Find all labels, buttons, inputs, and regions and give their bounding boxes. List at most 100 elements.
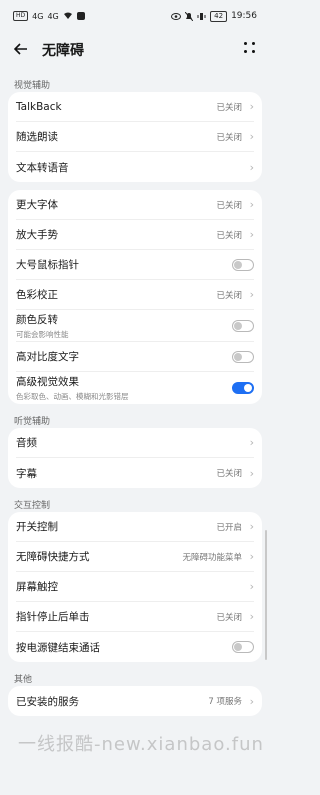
chevron-right-icon: › <box>249 130 254 143</box>
settings-row[interactable]: 随选朗读 已关闭 › <box>16 122 254 152</box>
row-label: 开关控制 <box>16 521 58 533</box>
row-label: 无障碍快捷方式 <box>16 551 90 563</box>
status-left: HD 4G 4G <box>13 11 85 21</box>
scrollbar[interactable] <box>265 530 267 660</box>
settings-row[interactable]: TalkBack 已关闭 › <box>16 92 254 122</box>
watermark: 一线报酷-new.xianbao.fun <box>18 734 264 755</box>
row-label: 放大手势 <box>16 229 58 241</box>
row-label: 音频 <box>16 437 37 449</box>
back-arrow-icon[interactable] <box>13 40 40 61</box>
eye-icon <box>171 12 182 20</box>
toggle-switch[interactable] <box>232 258 254 271</box>
row-value: 已关闭 <box>216 230 242 241</box>
row-text: 音频 <box>16 435 246 450</box>
row-label: 色彩校正 <box>16 289 58 301</box>
row-text: 字幕 <box>16 466 216 481</box>
row-value: 已开启 <box>216 522 242 533</box>
row-text: 放大手势 <box>16 227 216 242</box>
row-value: 无障碍功能菜单 <box>182 552 242 563</box>
row-text: 高级视觉效果色彩取色、动画、模糊和光影错层 <box>16 374 232 402</box>
more-options-icon[interactable] <box>244 42 256 54</box>
settings-row[interactable]: 音频 › <box>16 428 254 458</box>
row-text: 已安装的服务 <box>16 694 208 709</box>
row-text: 无障碍快捷方式 <box>16 549 182 564</box>
settings-row[interactable]: 按电源键结束通话 <box>16 632 254 662</box>
row-label: 字幕 <box>16 467 37 480</box>
section-vision-title: 视觉辅助 <box>14 81 51 91</box>
settings-row[interactable]: 高对比度文字 <box>16 342 254 372</box>
chevron-right-icon: › <box>249 610 254 623</box>
row-value: 已关闭 <box>216 290 242 301</box>
settings-row[interactable]: 更大字体 已关闭 › <box>16 190 254 220</box>
vision-card-primary: TalkBack 已关闭 › 随选朗读 已关闭 › 文本转语音 › <box>8 92 262 182</box>
row-label: 文本转语音 <box>16 161 69 174</box>
status-bar: HD 4G 4G 42 19:56 <box>0 0 270 32</box>
row-text: 开关控制 <box>16 519 216 534</box>
settings-row[interactable]: 屏幕触控 › <box>16 572 254 602</box>
other-card: 已安装的服务 7 项服务 › <box>8 686 262 716</box>
row-label: 高对比度文字 <box>16 351 79 363</box>
row-value: 已关闭 <box>216 132 242 143</box>
row-text: 按电源键结束通话 <box>16 640 232 655</box>
hd-icon: HD <box>13 11 29 21</box>
row-text: 更大字体 <box>16 197 216 212</box>
battery-icon: 42 <box>210 10 228 22</box>
row-value: 7 项服务 <box>208 697 242 707</box>
row-label: 大号鼠标指针 <box>16 259 79 271</box>
row-label: 随选朗读 <box>16 131 58 143</box>
chevron-right-icon: › <box>249 160 254 174</box>
settings-row[interactable]: 无障碍快捷方式 无障碍功能菜单 › <box>16 542 254 572</box>
row-label: 屏幕触控 <box>16 581 58 593</box>
row-label: 高级视觉效果 <box>16 376 79 388</box>
settings-row[interactable]: 放大手势 已关闭 › <box>16 220 254 250</box>
wifi-icon <box>63 12 73 20</box>
section-other-title: 其他 <box>14 675 33 685</box>
toggle-switch[interactable] <box>232 350 254 363</box>
chevron-right-icon: › <box>249 198 254 211</box>
row-value: 已关闭 <box>216 102 242 113</box>
settings-row[interactable]: 指针停止后单击 已关闭 › <box>16 602 254 632</box>
row-label: 按电源键结束通话 <box>16 641 100 654</box>
chevron-right-icon: › <box>249 100 254 113</box>
row-label: 更大字体 <box>16 199 58 211</box>
toggle-switch[interactable] <box>232 319 254 332</box>
settings-row[interactable]: 开关控制 已开启 › <box>16 512 254 542</box>
vibrate-icon <box>197 12 206 21</box>
page-title: 无障碍 <box>42 43 84 59</box>
section-hearing-title: 听觉辅助 <box>14 417 51 427</box>
settings-row[interactable]: 颜色反转可能会影响性能 <box>16 310 254 342</box>
chevron-right-icon: › <box>249 520 254 533</box>
settings-row[interactable]: 大号鼠标指针 <box>16 250 254 280</box>
row-label: 颜色反转 <box>16 313 58 326</box>
toggle-switch[interactable] <box>232 641 254 653</box>
row-text: TalkBack <box>16 101 216 113</box>
row-text: 文本转语音 <box>16 160 246 175</box>
status-right: 42 19:56 <box>171 10 257 22</box>
row-text: 颜色反转可能会影响性能 <box>16 312 232 340</box>
app-notification-icon <box>76 12 85 20</box>
status-time: 19:56 <box>231 11 257 21</box>
row-value: 已关闭 <box>216 200 242 211</box>
toggle-switch[interactable] <box>232 382 254 394</box>
signal-4g-icon-2: 4G <box>47 11 59 21</box>
row-text: 高对比度文字 <box>16 349 232 364</box>
row-label: 已安装的服务 <box>16 695 79 708</box>
chevron-right-icon: › <box>249 466 254 480</box>
bell-off-icon <box>185 11 194 21</box>
row-text: 屏幕触控 <box>16 579 246 594</box>
settings-row[interactable]: 已安装的服务 7 项服务 › <box>16 686 254 716</box>
row-text: 大号鼠标指针 <box>16 257 232 272</box>
row-sublabel: 可能会影响性能 <box>16 329 69 339</box>
section-interaction-title: 交互控制 <box>14 501 51 511</box>
settings-row[interactable]: 字幕 已关闭 › <box>16 458 254 488</box>
settings-row[interactable]: 高级视觉效果色彩取色、动画、模糊和光影错层 <box>16 372 254 404</box>
row-text: 指针停止后单击 <box>16 609 216 624</box>
settings-row[interactable]: 色彩校正 已关闭 › <box>16 280 254 310</box>
row-value: 已关闭 <box>216 612 242 623</box>
row-label: TalkBack <box>16 100 62 113</box>
chevron-right-icon: › <box>249 580 254 593</box>
row-label: 指针停止后单击 <box>16 611 90 623</box>
row-sublabel: 色彩取色、动画、模糊和光影错层 <box>16 392 129 401</box>
signal-4g-icon: 4G <box>32 11 44 21</box>
settings-row[interactable]: 文本转语音 › <box>16 152 254 182</box>
